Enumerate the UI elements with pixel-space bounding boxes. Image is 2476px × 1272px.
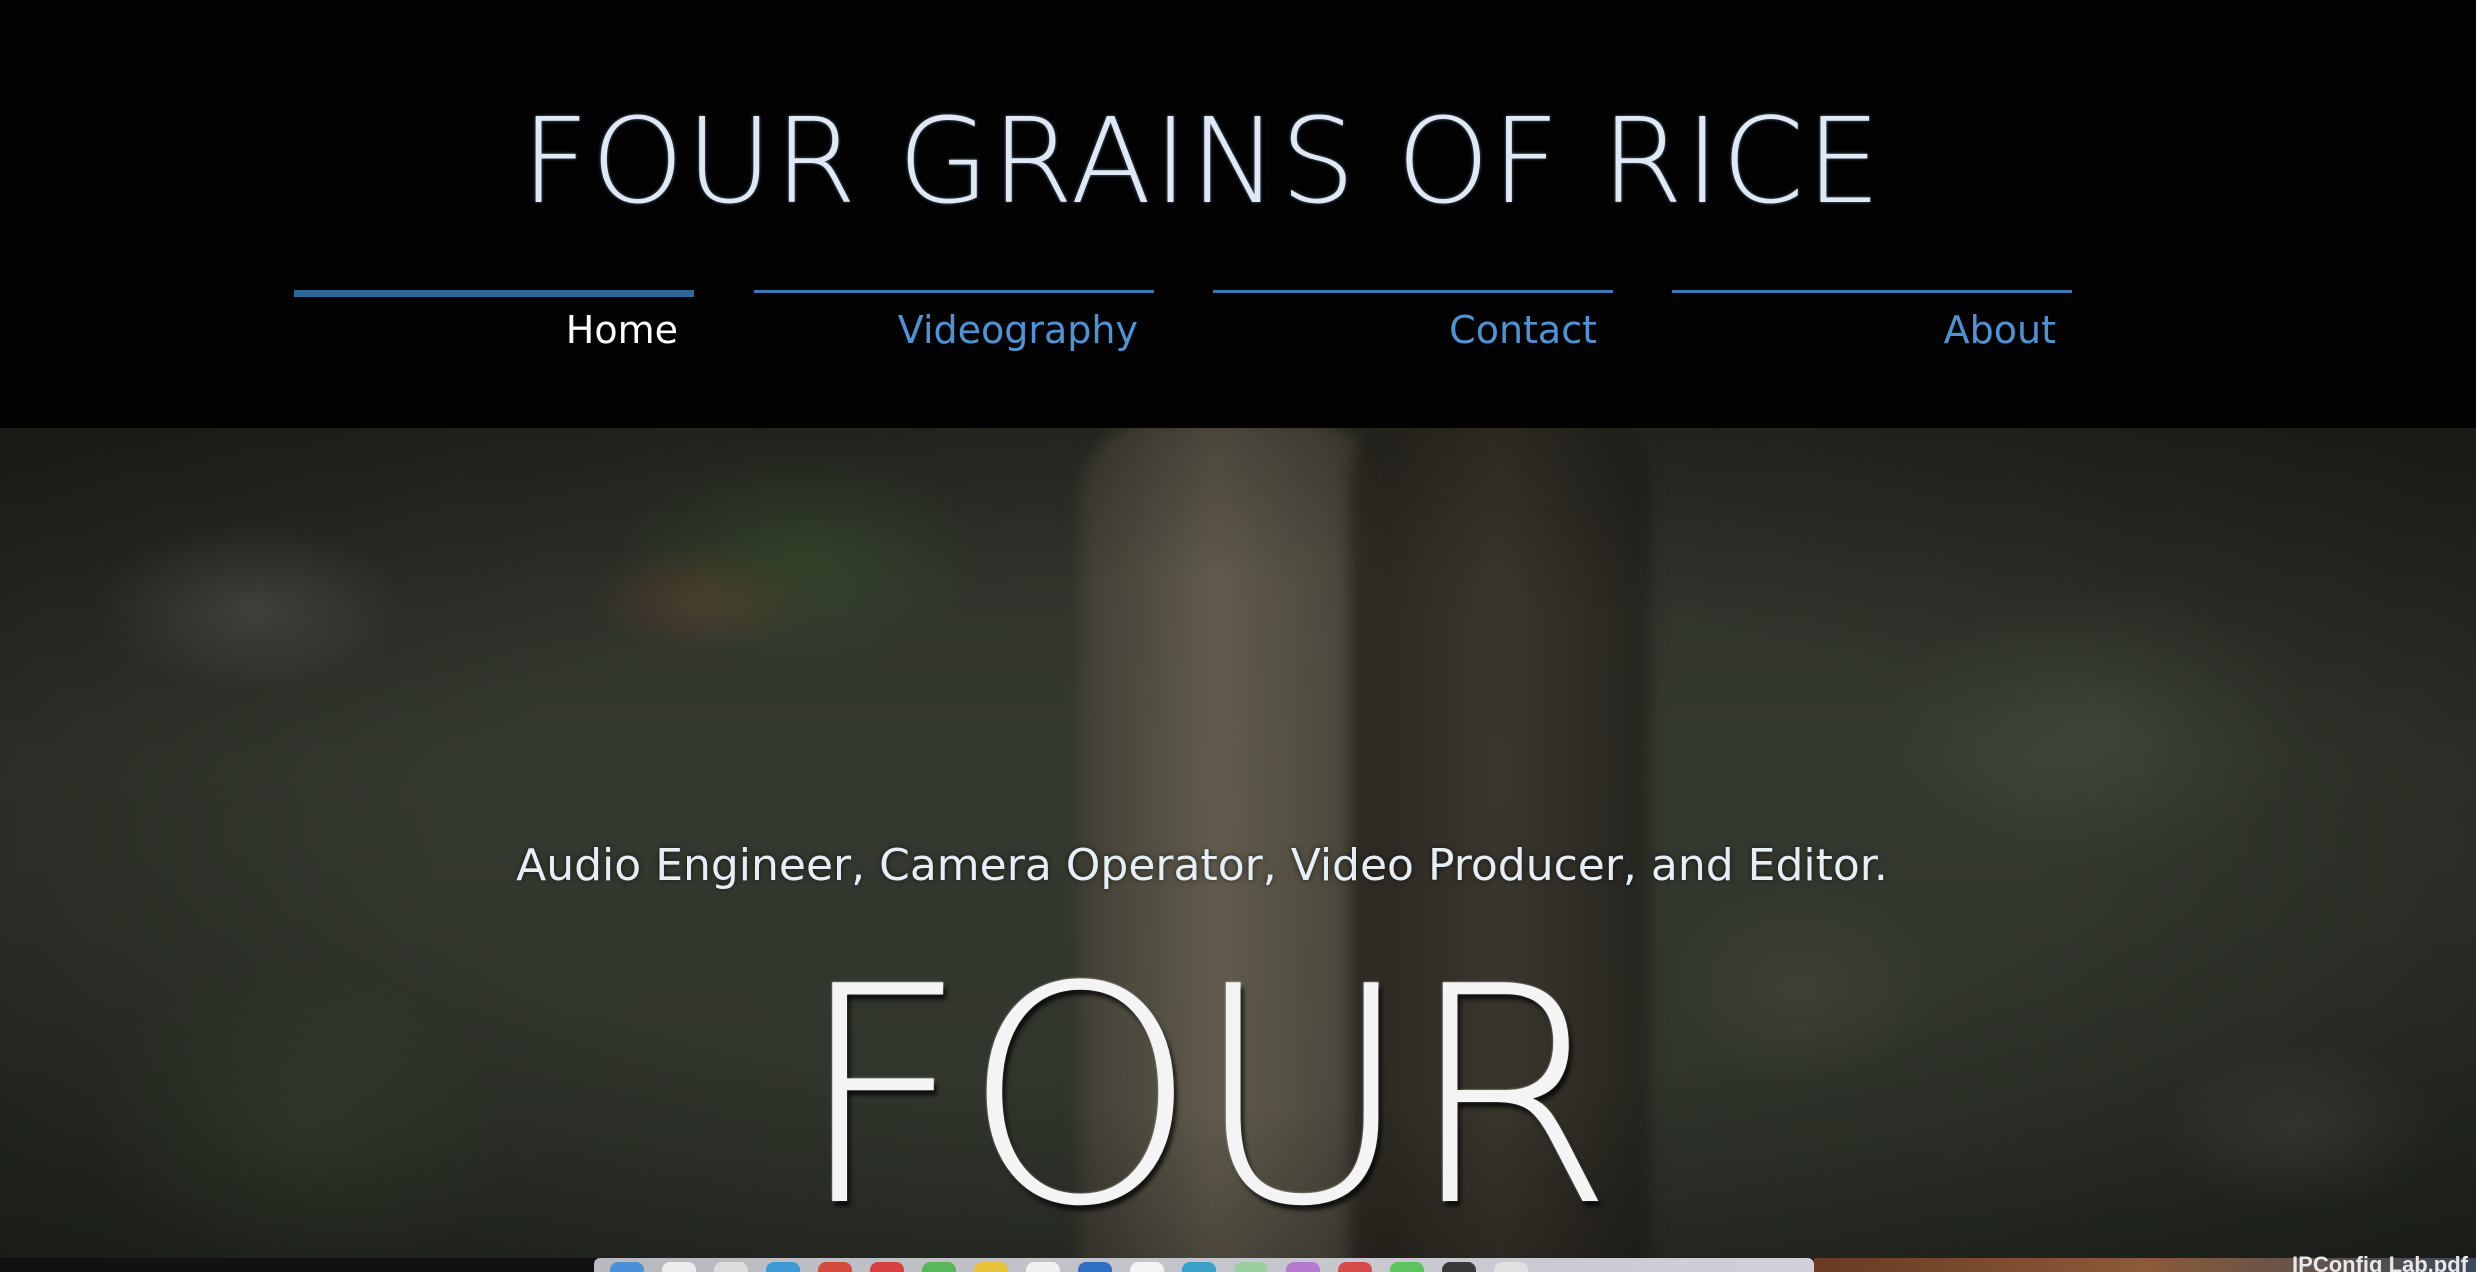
nav-bar <box>754 290 1154 293</box>
podcasts-icon[interactable] <box>1286 1262 1320 1272</box>
chrome-icon[interactable] <box>714 1262 748 1272</box>
nav-label-about: About <box>1943 308 2056 352</box>
messages-icon[interactable] <box>1234 1262 1268 1272</box>
photos-icon[interactable] <box>1338 1262 1372 1272</box>
main-nav: Home Videography Contact About <box>0 0 2476 428</box>
nav-bar <box>1213 290 1613 293</box>
hero-big-word: FOUR <box>795 923 1615 1258</box>
nav-bar <box>1672 290 2072 293</box>
nav-label-videography: Videography <box>897 308 1138 352</box>
nav-item-home[interactable]: Home <box>294 290 694 360</box>
mail-icon[interactable] <box>766 1262 800 1272</box>
nav-active-bar <box>294 290 694 297</box>
hero-tagline: Audio Engineer, Camera Operator, Video P… <box>516 840 1888 891</box>
page: FOUR GRAINS OF RICE Home Videography Con… <box>0 0 2476 1272</box>
word-icon[interactable] <box>1078 1262 1112 1272</box>
os-dock <box>594 1258 1814 1272</box>
hero-section: Audio Engineer, Camera Operator, Video P… <box>0 428 2476 1258</box>
site-header: FOUR GRAINS OF RICE Home Videography Con… <box>0 0 2476 428</box>
notes-icon[interactable] <box>974 1262 1008 1272</box>
safari-icon[interactable] <box>662 1262 696 1272</box>
trash-icon[interactable] <box>1494 1262 1528 1272</box>
nav-item-videography[interactable]: Videography <box>754 290 1154 360</box>
textedit-icon[interactable] <box>1026 1262 1060 1272</box>
preview-icon[interactable] <box>1130 1262 1164 1272</box>
facetime-icon[interactable] <box>1390 1262 1424 1272</box>
terminal-icon[interactable] <box>1182 1262 1216 1272</box>
nav-item-contact[interactable]: Contact <box>1213 290 1613 360</box>
music-icon[interactable] <box>870 1262 904 1272</box>
system-preferences-icon[interactable] <box>1442 1262 1476 1272</box>
nav-item-about[interactable]: About <box>1672 290 2072 360</box>
maps-icon[interactable] <box>922 1262 956 1272</box>
finder-icon[interactable] <box>610 1262 644 1272</box>
desktop-file-label[interactable]: IPConfig Lab.pdf <box>2292 1252 2468 1272</box>
calendar-icon[interactable] <box>818 1262 852 1272</box>
nav-label-home: Home <box>565 308 678 352</box>
nav-label-contact: Contact <box>1449 308 1597 352</box>
